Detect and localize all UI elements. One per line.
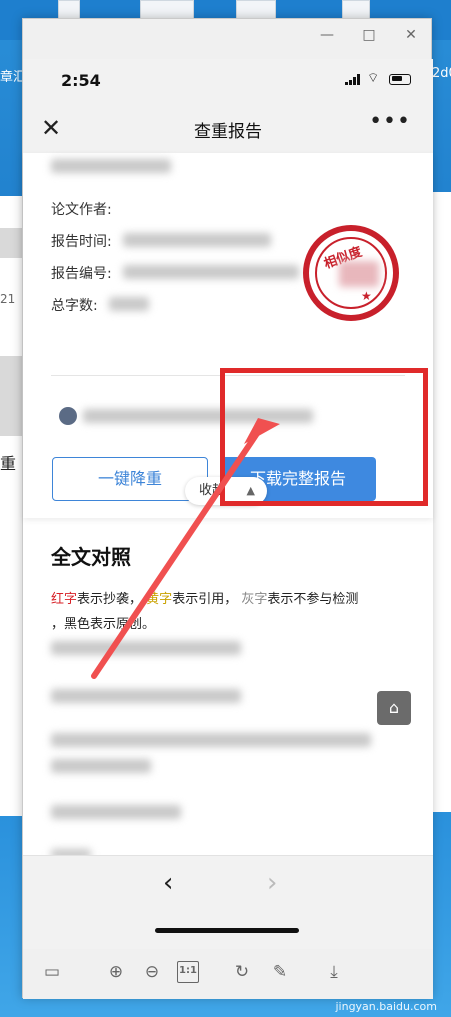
redacted-value — [123, 265, 299, 279]
color-legend: 红字表示抄袭， 黄字表示引用， 灰字表示不参与检测 ，黑色表示原创。 — [51, 587, 411, 637]
background-window-right — [432, 192, 451, 812]
wifi-icon: ⌔ — [367, 71, 380, 86]
image-viewer-window: — □ ✕ 2:54 ⌔ ✕ 查重报告 ••• 论文作者: 报告时间: 报告编号… — [22, 18, 433, 999]
browser-bottom-nav: ‹ › — [23, 855, 433, 949]
legend-black-desc: ，黑色表示原创。 — [51, 617, 156, 632]
redacted-paragraph — [51, 689, 241, 703]
star-icon: ★ — [361, 289, 372, 303]
background-window-left: 21 重 — [0, 196, 22, 816]
actual-size-icon[interactable]: 1:1 — [177, 961, 199, 983]
viewer-toolbar: ▭ ⊕ ⊖ 1:1 ↻ ✎ ⤓ — [23, 949, 433, 999]
legend-red-desc: 表示抄袭， — [77, 592, 143, 607]
redacted-value — [109, 297, 149, 311]
status-time: 2:54 — [61, 71, 101, 90]
home-indicator — [155, 928, 299, 933]
legend-red: 红字 — [51, 592, 78, 607]
status-bar: 2:54 ⌔ — [23, 59, 433, 103]
watermark: jingyan.baidu.com — [335, 1000, 437, 1013]
app-navbar: ✕ 查重报告 ••• — [23, 103, 433, 153]
redacted-title — [51, 159, 171, 173]
legend-gray: 灰字 — [241, 592, 268, 607]
report-time-label: 报告时间: — [51, 234, 112, 250]
left-panel-block — [0, 356, 22, 436]
word-count-label: 总字数: — [51, 298, 98, 314]
signal-icon — [345, 73, 361, 85]
window-controls: — □ ✕ — [319, 27, 419, 43]
redacted-value — [123, 233, 271, 247]
redacted-paragraph — [51, 759, 151, 773]
report-number-label: 报告编号: — [51, 266, 112, 282]
section-title: 全文对照 — [51, 545, 131, 569]
desktop-label-right: 2d0 — [432, 66, 451, 81]
redacted-paragraph — [51, 641, 241, 655]
redacted-paragraph — [51, 733, 371, 747]
maximize-icon[interactable]: □ — [361, 27, 377, 43]
legend-gray-desc: 表示不参与检测 — [267, 592, 359, 607]
avatar — [59, 407, 77, 425]
left-panel-text: 重 — [0, 454, 17, 473]
thumbnail-view-icon[interactable]: ▭ — [41, 961, 63, 983]
chevron-left-icon[interactable]: ‹ — [163, 868, 173, 898]
battery-icon — [389, 73, 411, 85]
zoom-in-icon[interactable]: ⊕ — [105, 961, 127, 983]
left-panel-text: 21 — [0, 292, 16, 306]
redacted-paragraph — [51, 805, 181, 819]
similarity-stamp: 相似度 ★ — [303, 225, 399, 321]
legend-yellow: 黄字 — [146, 592, 173, 607]
highlight-frame — [220, 368, 428, 506]
left-panel-block — [0, 228, 22, 258]
author-label: 论文作者: — [51, 202, 112, 218]
minimize-icon[interactable]: — — [319, 27, 335, 43]
more-icon[interactable]: ••• — [369, 109, 411, 134]
close-window-icon[interactable]: ✕ — [403, 27, 419, 43]
rotate-icon[interactable]: ↻ — [231, 961, 253, 983]
edit-icon[interactable]: ✎ — [269, 961, 291, 983]
status-icons: ⌔ — [345, 71, 411, 86]
chevron-right-icon[interactable]: › — [267, 868, 277, 898]
zoom-out-icon[interactable]: ⊖ — [141, 961, 163, 983]
home-float-icon[interactable]: ⌂ — [377, 691, 411, 725]
redacted-percentage — [339, 261, 379, 287]
download-icon[interactable]: ⤓ — [323, 961, 345, 983]
legend-yellow-desc: 表示引用， — [172, 592, 238, 607]
